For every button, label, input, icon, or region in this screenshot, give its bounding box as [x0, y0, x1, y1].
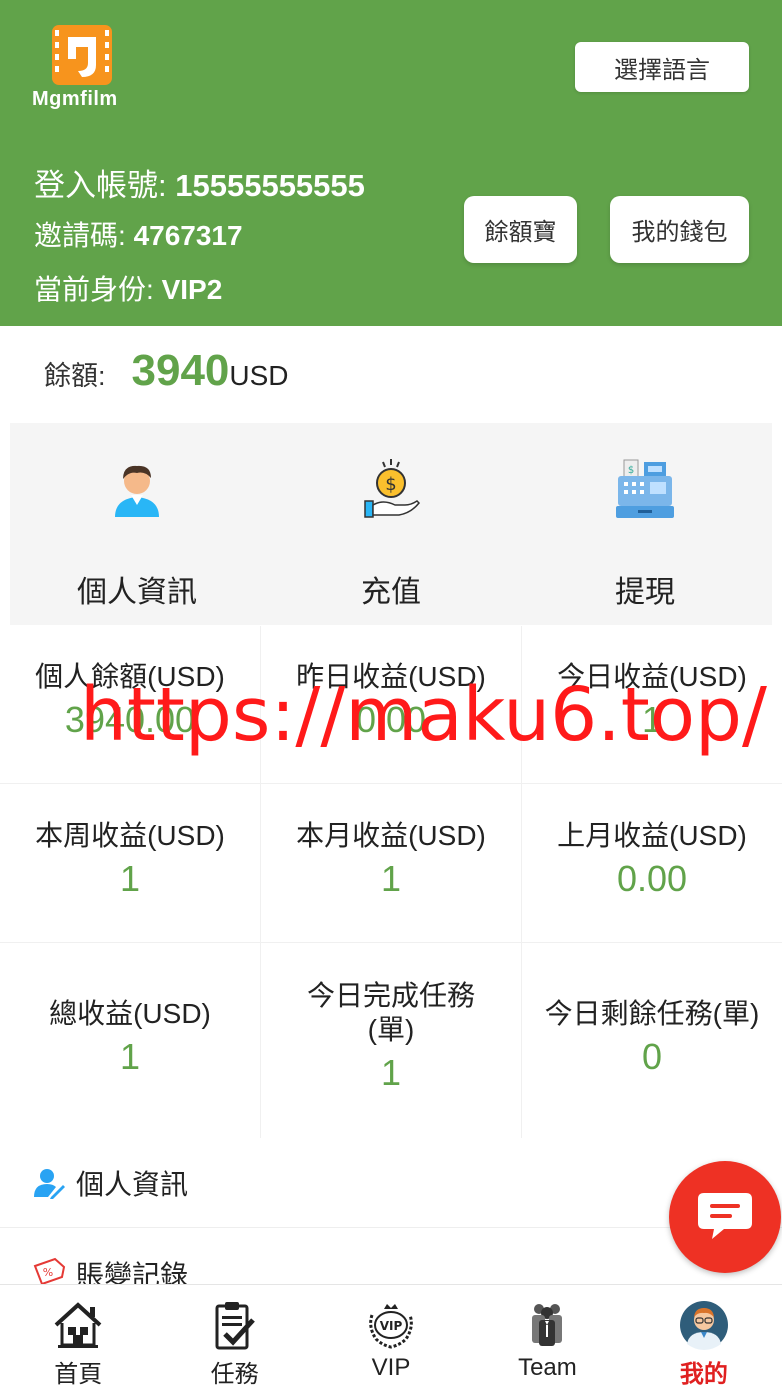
stat-value: 0.00 — [355, 699, 427, 740]
recharge-coin-hand-icon: $ — [359, 457, 423, 521]
film-logo-icon — [52, 25, 112, 85]
quick-actions: 個人資訊 $ 充值 $ 提現 — [10, 423, 772, 625]
my-wallet-button[interactable]: 我的錢包 — [610, 196, 749, 263]
user-edit-icon — [32, 1166, 66, 1200]
vip-badge-icon: VIP — [365, 1299, 417, 1351]
action-profile[interactable]: 個人資訊 — [10, 423, 264, 625]
identity-value: VIP2 — [161, 274, 223, 305]
stat-cell: 個人餘額(USD) 3940.00 — [0, 626, 261, 784]
action-recharge[interactable]: $ 充值 — [264, 423, 518, 625]
stat-value: 1 — [119, 858, 141, 899]
stat-cell: 今日收益(USD) 1 — [522, 626, 782, 784]
language-select-button[interactable]: 選擇語言 — [575, 42, 749, 92]
tab-vip[interactable]: VIP VIP — [313, 1285, 469, 1392]
stat-title: 今日完成任務(單) — [306, 980, 475, 1045]
stat-title: 本月收益(USD) — [296, 820, 486, 851]
stat-title: 上月收益(USD) — [557, 820, 747, 851]
balance-value: 3940 — [131, 346, 230, 395]
stat-value: 3940.00 — [64, 699, 196, 740]
stat-value: 1 — [641, 699, 663, 740]
stat-value: 0 — [641, 1036, 663, 1077]
tab-team[interactable]: Team — [469, 1285, 625, 1392]
identity-label: 當前身份: — [34, 274, 154, 305]
tab-home[interactable]: 首頁 — [0, 1285, 156, 1392]
action-withdraw-label: 提現 — [615, 576, 675, 609]
identity-line: 當前身份: VIP2 — [34, 268, 222, 308]
balance-summary: 餘額: 3940 USD — [44, 346, 289, 402]
action-withdraw[interactable]: $ 提現 — [518, 423, 772, 625]
stat-title: 總收益(USD) — [49, 998, 211, 1029]
stat-cell: 昨日收益(USD) 0.00 — [261, 626, 522, 784]
account-line: 登入帳號: 15555555555 — [34, 160, 365, 205]
action-recharge-label: 充值 — [361, 576, 421, 609]
stat-cell: 本月收益(USD) 1 — [261, 784, 522, 943]
action-profile-label: 個人資訊 — [77, 576, 197, 609]
yuebao-button[interactable]: 餘額寶 — [464, 196, 577, 263]
account-value: 15555555555 — [175, 168, 365, 203]
list-item-profile[interactable]: 個人資訊 — [0, 1138, 782, 1228]
stat-title: 昨日收益(USD) — [296, 661, 486, 692]
stat-value: 1 — [380, 858, 402, 899]
invite-code-label: 邀請碼: — [34, 220, 126, 251]
stat-value: 1 — [380, 1052, 402, 1093]
stat-title: 今日剩餘任務(單) — [544, 998, 760, 1029]
tab-tasks[interactable]: 任務 — [156, 1285, 312, 1392]
stat-title: 今日收益(USD) — [557, 661, 747, 692]
logo-text: Mgmfilm — [32, 88, 118, 110]
avatar-icon — [678, 1299, 730, 1351]
account-label: 登入帳號: — [34, 168, 167, 203]
chat-bubble-icon — [698, 1193, 752, 1239]
stat-title: 個人餘額(USD) — [35, 661, 225, 692]
stat-value: 1 — [119, 1036, 141, 1077]
balance-unit: USD — [229, 360, 289, 391]
tab-team-label: Team — [518, 1354, 577, 1381]
profile-person-icon — [105, 457, 169, 521]
list-item-transactions[interactable]: % 賬變記錄 — [0, 1228, 782, 1291]
stat-cell: 上月收益(USD) 0.00 — [522, 784, 782, 943]
svg-text:$: $ — [385, 474, 396, 495]
invite-code-value: 4767317 — [133, 220, 243, 251]
team-icon — [521, 1299, 573, 1351]
balance-label: 餘額: — [44, 361, 106, 391]
customer-service-chat-button[interactable] — [669, 1161, 781, 1273]
tab-mine[interactable]: 我的 — [626, 1285, 782, 1392]
home-icon — [52, 1299, 104, 1351]
tab-tasks-label: 任務 — [210, 1361, 259, 1388]
list-item-label: 個人資訊 — [76, 1168, 189, 1200]
stat-value: 0.00 — [616, 858, 688, 899]
discount-tag-icon: % — [32, 1254, 66, 1288]
stat-cell: 今日剩餘任務(單) 0 — [522, 943, 782, 1138]
tab-vip-label: VIP — [371, 1354, 411, 1381]
svg-text:$: $ — [628, 465, 634, 476]
stat-cell: 今日完成任務(單) 1 — [261, 943, 522, 1138]
header: Mgmfilm 選擇語言 登入帳號: 15555555555 邀請碼: 4767… — [0, 0, 782, 326]
tab-home-label: 首頁 — [54, 1361, 103, 1388]
withdraw-cash-register-icon: $ — [613, 457, 677, 521]
bottom-tab-bar: 首頁 任務 VIP VIP Team 我的 — [0, 1284, 782, 1392]
tab-mine-label: 我的 — [679, 1361, 728, 1388]
svg-text:%: % — [43, 1266, 53, 1279]
stats-grid: 個人餘額(USD) 3940.00 昨日收益(USD) 0.00 今日收益(US… — [0, 626, 782, 1138]
task-clipboard-icon — [209, 1299, 261, 1351]
stat-cell: 總收益(USD) 1 — [0, 943, 261, 1138]
app-logo: Mgmfilm — [30, 22, 140, 112]
stat-title: 本周收益(USD) — [35, 820, 225, 851]
svg-text:VIP: VIP — [380, 1319, 403, 1333]
stat-cell: 本周收益(USD) 1 — [0, 784, 261, 943]
invite-code-line: 邀請碼: 4767317 — [34, 214, 243, 254]
